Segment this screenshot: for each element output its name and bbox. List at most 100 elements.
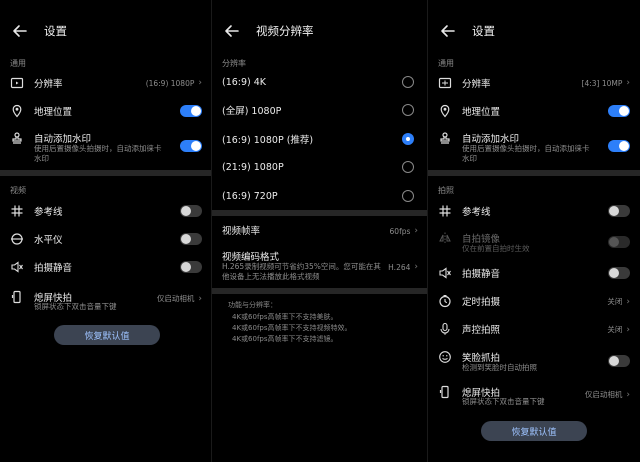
back-arrow-icon — [225, 25, 239, 37]
timer-value[interactable]: 关闭 › — [607, 296, 630, 307]
settings-panel-video: 设置 通用 分辨率 (16:9) 1080P › 地理位置 自动添加水印 使用后置… — [0, 0, 212, 462]
codec-label: 视频编码格式 — [222, 252, 280, 263]
quicksnap-desc: 锁屏状态下双击音量下键 — [34, 302, 117, 311]
chevron-right-icon: › — [626, 389, 630, 400]
location-toggle[interactable] — [608, 105, 630, 117]
page-title: 设置 — [44, 24, 67, 38]
resolution-label: 分辨率 — [34, 79, 63, 90]
microphone-icon — [438, 322, 452, 336]
option-label: (16:9) 4K — [222, 76, 267, 88]
chevron-right-icon: › — [198, 293, 202, 304]
location-label: 地理位置 — [462, 107, 501, 118]
resolution-option-1080p-recommended[interactable]: (16:9) 1080P (推荐) — [222, 130, 418, 148]
timer-value-text: 关闭 — [607, 297, 623, 306]
note-item: 4K或60fps高帧率下不支持滤镜。 — [232, 335, 338, 343]
resolution-value-text: (16:9) 1080P — [145, 78, 195, 88]
watermark-label: 自动添加水印 — [462, 134, 520, 145]
radio-button[interactable] — [402, 161, 414, 173]
smile-toggle[interactable] — [608, 355, 630, 367]
gridline-row: 参考线 — [438, 203, 630, 219]
back-arrow-icon — [441, 25, 455, 37]
radio-button[interactable] — [402, 76, 414, 88]
chevron-right-icon: › — [414, 226, 418, 236]
gridline-row: 参考线 — [10, 203, 202, 219]
quicksnap-value[interactable]: 仅启动相机 › — [585, 389, 630, 400]
video-resolution-panel: 视频分辨率 分辨率 (16:9) 4K (全屏) 1080P (16:9) 10… — [212, 0, 428, 462]
voice-value[interactable]: 关闭 › — [607, 324, 630, 335]
mute-toggle[interactable] — [180, 261, 202, 273]
mute-icon — [438, 266, 452, 280]
quicksnap-value[interactable]: 仅启动相机 › — [157, 293, 202, 304]
gridline-label: 参考线 — [462, 207, 491, 218]
location-row: 地理位置 — [438, 103, 630, 119]
mute-row: 拍摄静音 — [10, 259, 202, 275]
chevron-right-icon: › — [626, 78, 630, 88]
resolution-option-full-1080p[interactable]: (全屏) 1080P — [222, 101, 418, 119]
section-divider — [212, 210, 428, 216]
mute-label: 拍摄静音 — [34, 263, 73, 274]
resolution-icon — [438, 76, 452, 90]
resolution-value[interactable]: (16:9) 1080P › — [146, 78, 202, 88]
resolution-value-text: [4:3] 10MP — [581, 78, 623, 88]
level-row: 水平仪 — [10, 231, 202, 247]
section-divider — [428, 170, 640, 176]
watermark-toggle[interactable] — [608, 140, 630, 152]
timer-row[interactable]: 定时拍摄 — [438, 293, 630, 309]
radio-button-selected[interactable] — [402, 133, 414, 145]
codec-desc-1: H.265录制视频可节省约35%空间。您可能在其 — [222, 262, 381, 271]
resolution-value[interactable]: [4:3] 10MP › — [582, 78, 630, 88]
section-general: 通用 — [10, 59, 26, 68]
mute-icon — [10, 260, 24, 274]
radio-button[interactable] — [402, 190, 414, 202]
location-row: 地理位置 — [10, 103, 202, 119]
codec-value[interactable]: H.264 › — [388, 262, 418, 272]
back-button[interactable] — [222, 21, 242, 41]
smile-desc: 检测到笑脸时自动拍照 — [462, 363, 537, 372]
back-button[interactable] — [438, 21, 458, 41]
level-toggle[interactable] — [180, 233, 202, 245]
mute-toggle[interactable] — [608, 267, 630, 279]
mirror-desc: 仅在前置自拍时生效 — [462, 244, 530, 253]
radio-button[interactable] — [402, 104, 414, 116]
section-video: 视频 — [10, 186, 26, 195]
smile-label: 笑脸抓拍 — [462, 353, 501, 364]
stamp-icon — [438, 131, 452, 145]
watermark-desc-2: 水印 — [34, 154, 49, 163]
chevron-right-icon: › — [626, 324, 630, 335]
level-label: 水平仪 — [34, 235, 63, 246]
watermark-desc-1: 使用后置摄像头拍摄时，自动添加徕卡 — [462, 144, 590, 153]
gridline-label: 参考线 — [34, 207, 63, 218]
chevron-right-icon: › — [626, 296, 630, 307]
phone-icon — [438, 385, 452, 399]
reset-defaults-button[interactable]: 恢复默认值 — [481, 421, 587, 441]
notes-title: 功能与分辨率： — [228, 301, 277, 309]
gridline-toggle[interactable] — [180, 205, 202, 217]
resolution-option-4k[interactable]: (16:9) 4K — [222, 73, 418, 91]
framerate-value[interactable]: 60fps › — [390, 226, 418, 236]
option-label: (16:9) 1080P (推荐) — [222, 135, 314, 146]
voice-row[interactable]: 声控拍照 — [438, 321, 630, 337]
back-button[interactable] — [10, 21, 30, 41]
location-toggle[interactable] — [180, 105, 202, 117]
reset-defaults-button[interactable]: 恢复默认值 — [54, 325, 160, 345]
section-divider — [212, 288, 428, 294]
chevron-right-icon: › — [198, 78, 202, 88]
voice-label: 声控拍照 — [462, 325, 501, 336]
quicksnap-desc: 锁屏状态下双击音量下键 — [462, 397, 545, 406]
header: 设置 — [10, 18, 204, 44]
timer-icon — [438, 294, 452, 308]
gridline-toggle[interactable] — [608, 205, 630, 217]
level-icon — [10, 232, 24, 246]
location-label: 地理位置 — [34, 107, 73, 118]
back-arrow-icon — [13, 25, 27, 37]
watermark-toggle[interactable] — [180, 140, 202, 152]
resolution-option-21-9-1080p[interactable]: (21:9) 1080P — [222, 158, 418, 176]
location-pin-icon — [10, 104, 24, 118]
mirror-label: 自拍镜像 — [462, 234, 501, 245]
header: 视频分辨率 — [222, 18, 420, 44]
option-label: (全屏) 1080P — [222, 106, 282, 117]
watermark-desc-1: 使用后置摄像头拍摄时，自动添加徕卡 — [34, 144, 162, 153]
phone-icon — [10, 290, 24, 304]
resolution-option-720p[interactable]: (16:9) 720P — [222, 187, 418, 205]
watermark-desc-2: 水印 — [462, 154, 477, 163]
